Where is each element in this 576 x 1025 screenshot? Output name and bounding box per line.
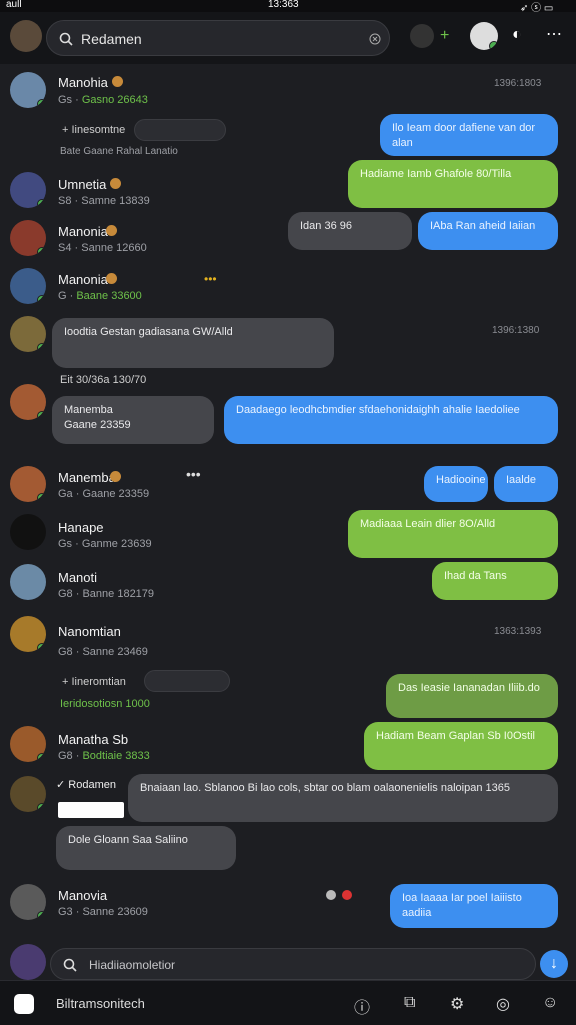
thread-sub: Ieridosotiosn 1000 — [60, 698, 150, 710]
more-icon[interactable]: ⋯ — [546, 24, 562, 44]
avatar[interactable] — [10, 726, 46, 762]
avatar[interactable] — [10, 220, 46, 256]
heart-icon — [342, 890, 352, 900]
message-bubble[interactable]: Hadiame Iamb Ghafole 80/Tilla — [348, 160, 558, 208]
avatar[interactable] — [10, 564, 46, 600]
chat-name: Manovia — [58, 888, 108, 903]
message-bubble[interactable]: Hadiam Beam Gaplan Sb I0Ostil — [364, 722, 558, 770]
thread-label: + Iineromtian — [62, 676, 126, 688]
section-label: Eit 30/36a 130/70 — [60, 374, 147, 386]
chat-sub: S4 · Sanne 12660 — [58, 242, 147, 254]
status-time: 13:363 — [268, 0, 299, 10]
add-icon[interactable]: + — [440, 27, 449, 45]
search-icon — [63, 958, 77, 972]
settings-icon[interactable]: ⚙ — [450, 994, 464, 1014]
contact-avatar[interactable] — [410, 24, 434, 48]
more-icon[interactable]: ••• — [186, 466, 201, 482]
avatar[interactable] — [10, 72, 46, 108]
status-emoji-icon — [112, 76, 123, 87]
chat-sub: G3 · Sanne 23609 — [58, 906, 148, 918]
profile-avatar[interactable] — [10, 20, 42, 52]
status-emoji-icon — [110, 178, 121, 189]
message-bubble[interactable]: Bnaiaan lao. Sblanoo Bi lao cols, sbtar … — [128, 774, 558, 822]
chat-sub: G · Baane 33600 — [58, 290, 142, 302]
info-icon[interactable]: ⓘ — [354, 994, 370, 1018]
message-bubble[interactable]: Ioodtia Gestan gadiasana GW/Alld — [52, 318, 334, 368]
message-bubble[interactable]: Ioa Iaaaa Iar poel Iaiiisto aadiia — [390, 884, 558, 928]
message-bubble[interactable]: Hadiooine — [424, 466, 488, 502]
message-bubble[interactable]: Ihad da Tans — [432, 562, 558, 600]
message-bubble[interactable]: Iaalde — [494, 466, 558, 502]
avatar[interactable] — [10, 616, 46, 652]
composer-placeholder: Hiadiiaomoletior — [89, 958, 176, 972]
avatar[interactable] — [10, 268, 46, 304]
chat-sub: Ga · Gaane 23359 — [58, 488, 150, 500]
avatar[interactable] — [10, 776, 46, 812]
chat-name: Manoti — [58, 570, 98, 585]
chat-sub: Gs · Ganme 23639 — [58, 538, 152, 550]
reaction-pill[interactable] — [144, 670, 230, 692]
chat-name: Manohia — [58, 75, 108, 90]
message-bubble[interactable]: Ilo Ieam door dafiene van dor alan — [380, 114, 558, 156]
user-avatar[interactable] — [470, 22, 498, 50]
message-bubble[interactable]: Dole Gloann Saa Saliino — [56, 826, 236, 870]
status-emoji-icon — [106, 273, 117, 284]
chat-name: Nanomtian — [58, 624, 121, 639]
image-icon[interactable]: ⧉ — [404, 994, 415, 1012]
message-bubble[interactable]: Idan 36 96 — [288, 212, 412, 250]
clear-icon[interactable] — [369, 33, 381, 45]
avatar[interactable] — [10, 884, 46, 920]
timestamp: 1363:1393 — [494, 626, 542, 637]
pin-icon[interactable]: ◎ — [496, 994, 510, 1014]
avatar[interactable] — [10, 944, 46, 980]
typing-indicator: ••• — [204, 272, 217, 286]
message-bubble[interactable]: IAba Ran aheid Iaiian — [418, 212, 558, 250]
message-bubble[interactable]: Madiaaa Leain dlier 8O/Alld — [348, 510, 558, 558]
chat-name: Manemba — [58, 470, 116, 485]
timestamp: 1396:1803 — [494, 78, 542, 89]
reaction-icon — [326, 890, 336, 900]
search-text: Redamen — [81, 31, 142, 47]
status-bar: aull 13:363 ➶ ⓢ ▭ — [0, 0, 576, 14]
thread-label: + Iinesomtne — [62, 124, 126, 136]
inline-card-label: ✓ Rodamen — [56, 779, 116, 791]
message-bubble[interactable]: Daadaego leodhcbmdier sfdaehonidaighh ah… — [224, 396, 558, 444]
search-input[interactable]: Redamen — [46, 20, 390, 56]
search-icon — [59, 32, 73, 46]
chat-name: Manonia — [58, 224, 108, 239]
chat-name: Manonia — [58, 272, 108, 287]
bottom-label: Biltramsonitech — [56, 996, 145, 1011]
status-emoji-icon — [110, 471, 121, 482]
timestamp: 1396:1380 — [492, 325, 540, 336]
avatar[interactable] — [10, 316, 46, 352]
message-bubble[interactable]: Das Ieasie Iananadan Iliib.do — [386, 674, 558, 718]
message-input[interactable]: Hiadiiaomoletior — [50, 948, 536, 980]
avatar[interactable] — [10, 384, 46, 420]
avatar[interactable] — [10, 514, 46, 550]
reaction-pill[interactable] — [134, 119, 226, 141]
chat-name: Manatha Sb — [58, 732, 129, 747]
chat-sub: G8 · Sanne 23469 — [58, 646, 148, 658]
avatar[interactable] — [10, 466, 46, 502]
avatar[interactable] — [10, 172, 46, 208]
chat-sub: Gs · Gasno 26643 — [58, 94, 148, 106]
chat-sub: G8 · Bodtiaie 3833 — [58, 750, 150, 762]
inline-card-field[interactable] — [58, 802, 124, 818]
emoji-icon[interactable]: ☺ — [542, 994, 558, 1012]
app-icon[interactable] — [14, 994, 34, 1014]
chat-name: Umnetia — [58, 177, 107, 192]
message-bubble[interactable]: Manemba Gaane 23359 — [52, 396, 214, 444]
chat-sub: G8 · Banne 182179 — [58, 588, 155, 600]
scroll-down-button[interactable]: ↓ — [540, 950, 568, 978]
chat-name: Hanape — [58, 520, 104, 535]
call-icon[interactable]: ◐ — [512, 26, 522, 44]
thread-sub: Bate Gaane Rahal Lanatio — [60, 146, 178, 157]
chat-sub: S8 · Samne 13839 — [58, 195, 150, 207]
status-emoji-icon — [106, 225, 117, 236]
signal-indicator: aull — [6, 0, 22, 10]
